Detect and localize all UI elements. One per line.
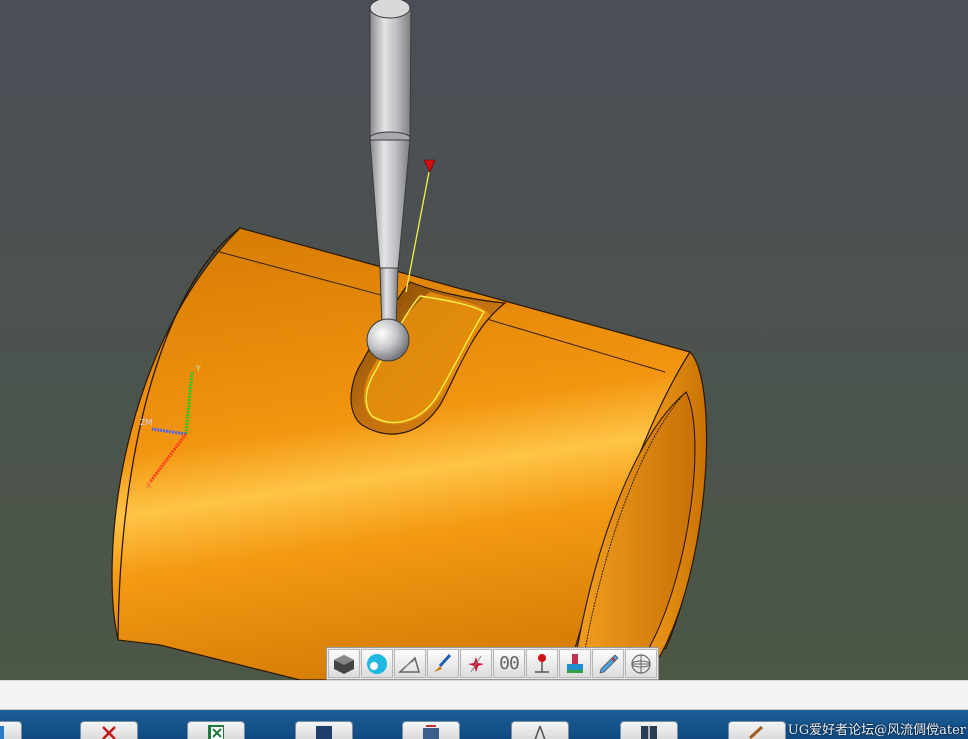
probe-ball: [366, 318, 410, 362]
partial-app-icon: [0, 726, 4, 739]
pencil-button[interactable]: [592, 649, 624, 678]
status-strip: [0, 680, 968, 710]
probe-upper-shaft: [369, 7, 412, 139]
counter-button[interactable]: 00: [493, 649, 525, 678]
taskbar-button-grid-window[interactable]: [620, 721, 678, 739]
probe-pin-icon: [535, 653, 549, 673]
pencil-icon: [599, 653, 619, 674]
compass-icon: [534, 725, 546, 739]
edge-measure-icon: [398, 656, 420, 673]
paint-brush-button[interactable]: [427, 649, 459, 678]
color-plunger-icon: [567, 653, 583, 673]
wireframe-sphere-icon: [631, 653, 651, 674]
close-x-icon: [102, 726, 116, 739]
taskbar-button-window[interactable]: [295, 721, 353, 739]
shaded-cube-icon: [334, 654, 354, 674]
taskbar-button-partial[interactable]: [0, 721, 22, 739]
render-style-button[interactable]: [361, 649, 393, 678]
view-toolbar: 00: [326, 647, 659, 680]
taskbar-button-excel[interactable]: [187, 721, 245, 739]
probe-top-cap: [369, 0, 411, 19]
taskbar-button-tool[interactable]: [402, 721, 460, 739]
probe-point-button[interactable]: [526, 649, 558, 678]
model-scene[interactable]: [0, 0, 968, 680]
star-point-icon: [468, 655, 484, 672]
brush-icon: [434, 653, 452, 672]
counter-icon: 00: [499, 653, 520, 674]
grid-window-icon: [641, 726, 657, 739]
taskbar: UG爱好者论坛@风流倜傥ater: [0, 710, 968, 739]
window-icon: [316, 726, 332, 739]
axis-x-label: X: [146, 481, 152, 490]
axis-z-label: ZM: [140, 418, 153, 427]
point-button[interactable]: [460, 649, 492, 678]
color-plunger-button[interactable]: [559, 649, 591, 678]
tool-icon: [423, 725, 439, 739]
shaded-view-button[interactable]: [328, 649, 360, 678]
taskbar-button-compass[interactable]: [511, 721, 569, 739]
graphics-viewport[interactable]: Y ZM X 00: [0, 0, 968, 680]
wireframe-button[interactable]: [625, 649, 657, 678]
brush-tools-icon: [748, 725, 764, 739]
globe-render-icon: [367, 653, 387, 674]
watermark-text: UG爱好者论坛@风流倜傥ater: [787, 723, 966, 738]
axis-y-label: Y: [196, 364, 201, 373]
taskbar-button-brush-tools[interactable]: [728, 721, 786, 739]
edge-measure-button[interactable]: [394, 649, 426, 678]
excel-icon: [208, 725, 224, 739]
taskbar-button-close[interactable]: [80, 721, 138, 739]
